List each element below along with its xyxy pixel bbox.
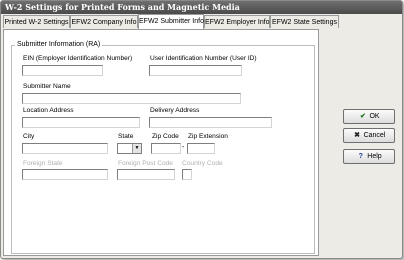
- state-label: State: [118, 133, 134, 140]
- ok-button[interactable]: ✔ OK: [343, 109, 395, 124]
- zip-separator: -: [182, 144, 185, 151]
- city-input[interactable]: [22, 143, 108, 154]
- location-address-input[interactable]: [22, 117, 140, 128]
- user-id-input[interactable]: [149, 65, 242, 76]
- country-code-label: Country Code: [182, 160, 223, 167]
- city-label: City: [23, 133, 35, 140]
- title-bar[interactable]: W-2 Settings for Printed Forms and Magne…: [1, 1, 402, 14]
- ein-input[interactable]: [22, 65, 103, 76]
- cancel-label: Cancel: [363, 132, 386, 139]
- x-icon: ✖: [354, 132, 361, 139]
- w2-settings-window: W-2 Settings for Printed Forms and Magne…: [0, 0, 403, 259]
- submitter-name-label: Submitter Name: [23, 83, 71, 90]
- country-code-input[interactable]: [182, 169, 192, 180]
- zip-code-input[interactable]: [151, 143, 181, 154]
- zip-code-label: Zip Code: [152, 133, 179, 140]
- group-title: Submitter Information (RA): [15, 41, 103, 48]
- location-address-label: Location Address: [23, 107, 74, 114]
- check-icon: ✔: [360, 113, 366, 120]
- zip-extension-input[interactable]: [187, 143, 215, 154]
- foreign-post-code-input[interactable]: [117, 169, 175, 180]
- tab-efw2-submitter-info[interactable]: EFW2 Submitter Info: [138, 14, 204, 29]
- tab-efw2-company-info[interactable]: EFW2 Company Info: [70, 15, 138, 28]
- window-title: W-2 Settings for Printed Forms and Magne…: [5, 2, 240, 12]
- foreign-post-code-label: Foreign Post Code: [118, 160, 173, 167]
- foreign-state-input[interactable]: [22, 169, 108, 180]
- zip-extension-label: Zip Extension: [188, 133, 228, 140]
- help-button[interactable]: ? Help: [343, 149, 395, 164]
- cancel-button[interactable]: ✖ Cancel: [343, 128, 395, 143]
- foreign-state-label: Foreign State: [23, 160, 63, 167]
- delivery-address-input[interactable]: [149, 117, 272, 128]
- tab-printed-w2-settings[interactable]: Printed W-2 Settings: [3, 15, 70, 28]
- chevron-down-icon[interactable]: ▼: [132, 144, 141, 153]
- tab-efw2-state-settings[interactable]: EFW2 State Settings: [270, 15, 339, 28]
- question-icon: ?: [358, 153, 363, 160]
- ein-label: EIN (Employer Identification Number): [23, 55, 133, 62]
- help-label: Help: [367, 153, 382, 160]
- user-id-label: User Identification Number (User ID): [150, 55, 257, 62]
- delivery-address-label: Delivery Address: [150, 107, 200, 114]
- ok-label: OK: [369, 113, 380, 120]
- tab-efw2-employer-info[interactable]: EFW2 Employer Info: [204, 15, 270, 28]
- submitter-name-input[interactable]: [22, 93, 241, 104]
- state-select[interactable]: ▼: [117, 143, 142, 154]
